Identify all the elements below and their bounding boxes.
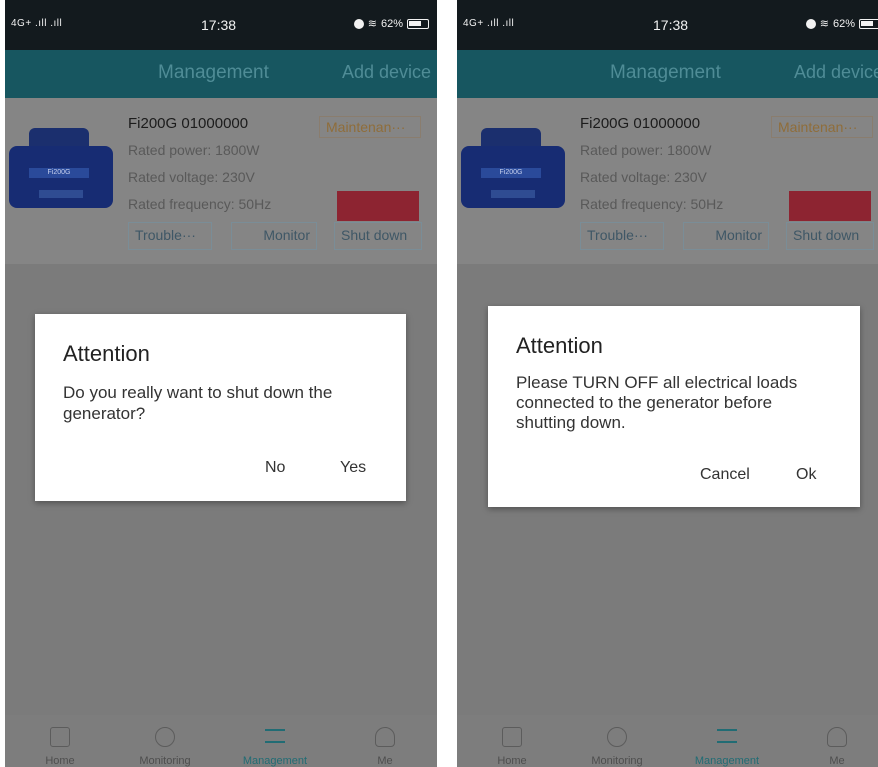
device-card: Fi200G Fi200G 01000000 Rated power: 1800… <box>457 98 878 264</box>
tab-management[interactable]: Management <box>230 715 320 767</box>
yes-button[interactable]: Yes <box>340 459 366 477</box>
add-device-button[interactable]: Add device <box>794 62 878 83</box>
tab-home[interactable]: Home <box>467 715 557 767</box>
generator-image: Fi200G <box>9 128 113 228</box>
sliders-icon <box>265 729 285 743</box>
warning-dialog: Attention Please TURN OFF all electrical… <box>488 306 860 507</box>
device-model: Fi200G 01000000 <box>580 115 701 132</box>
ok-button[interactable]: Ok <box>796 466 816 484</box>
battery-icon <box>407 18 429 29</box>
app-header: Management Add device <box>457 50 878 98</box>
monitor-button[interactable]: Monitor <box>231 222 317 250</box>
home-icon <box>50 727 70 747</box>
monitor-button[interactable]: Monitor <box>683 222 769 250</box>
cancel-button[interactable]: Cancel <box>700 466 750 484</box>
signal-indicator: 4G+ .ıll .ıll <box>463 18 515 29</box>
wifi-icon: ≋ <box>367 18 377 30</box>
dialog-title: Attention <box>63 341 150 366</box>
trouble-button[interactable]: Trouble··· <box>128 222 212 250</box>
dialog-message: Do you really want to shut down the gene… <box>63 383 333 423</box>
add-device-button[interactable]: Add device <box>342 62 431 83</box>
sliders-icon <box>717 729 737 743</box>
tab-home[interactable]: Home <box>15 715 105 767</box>
page-title: Management <box>610 62 721 83</box>
info-icon <box>155 727 175 747</box>
tab-monitoring[interactable]: Monitoring <box>120 715 210 767</box>
rated-frequency: Rated frequency: 50Hz <box>128 196 272 212</box>
dialog-message: Please TURN OFF all electrical loads con… <box>516 373 798 432</box>
dialog-title: Attention <box>516 333 603 358</box>
bottom-tab-bar: Home Monitoring Management Me <box>457 715 878 767</box>
tab-me[interactable]: Me <box>340 715 430 767</box>
battery-indicator: ≋ 62% <box>805 17 878 30</box>
signal-indicator: 4G+ .ıll .ıll <box>11 18 63 29</box>
bottom-tab-bar: Home Monitoring Management Me <box>5 715 437 767</box>
battery-percent: 62% <box>380 17 403 30</box>
app-header: Management Add device <box>5 50 437 98</box>
battery-icon <box>859 18 878 29</box>
trouble-button[interactable]: Trouble··· <box>580 222 664 250</box>
phone-screen-left: 4G+ .ıll .ıll 17:38 ≋ 62% Management Add… <box>5 0 437 767</box>
status-button[interactable] <box>337 191 419 221</box>
status-button[interactable] <box>789 191 871 221</box>
status-time: 17:38 <box>201 17 237 33</box>
tab-monitoring[interactable]: Monitoring <box>572 715 662 767</box>
generator-image: Fi200G <box>461 128 565 228</box>
maintenance-button[interactable]: Maintenan··· <box>771 116 873 138</box>
status-time: 17:38 <box>653 17 689 33</box>
no-button[interactable]: No <box>265 459 285 477</box>
screenshot-pair: 4G+ .ıll .ıll 17:38 ≋ 62% Management Add… <box>0 0 878 767</box>
phone-screen-right: 4G+ .ıll .ıll 17:38 ≋ 62% Management Add… <box>457 0 878 767</box>
page-title: Management <box>158 62 269 83</box>
tab-me[interactable]: Me <box>792 715 878 767</box>
info-icon <box>607 727 627 747</box>
alarm-icon <box>353 18 364 29</box>
status-bar: 4G+ .ıll .ıll 17:38 ≋ 62% <box>5 0 437 50</box>
status-bar: 4G+ .ıll .ıll 17:38 ≋ 62% <box>457 0 878 50</box>
user-icon <box>375 727 395 747</box>
home-icon <box>502 727 522 747</box>
rated-power: Rated power: 1800W <box>580 142 712 158</box>
battery-percent: 62% <box>832 17 855 30</box>
user-icon <box>827 727 847 747</box>
maintenance-button[interactable]: Maintenan··· <box>319 116 421 138</box>
shut-down-button[interactable]: Shut down <box>786 222 874 250</box>
rated-voltage: Rated voltage: 230V <box>580 169 707 185</box>
wifi-icon: ≋ <box>819 18 829 30</box>
alarm-icon <box>805 18 816 29</box>
rated-voltage: Rated voltage: 230V <box>128 169 255 185</box>
battery-indicator: ≋ 62% <box>353 17 429 30</box>
tab-management[interactable]: Management <box>682 715 772 767</box>
confirm-dialog: Attention Do you really want to shut dow… <box>35 314 406 501</box>
device-card: Fi200G Fi200G 01000000 Rated power: 1800… <box>5 98 437 264</box>
rated-power: Rated power: 1800W <box>128 142 260 158</box>
rated-frequency: Rated frequency: 50Hz <box>580 196 724 212</box>
device-model: Fi200G 01000000 <box>128 115 249 132</box>
shut-down-button[interactable]: Shut down <box>334 222 422 250</box>
